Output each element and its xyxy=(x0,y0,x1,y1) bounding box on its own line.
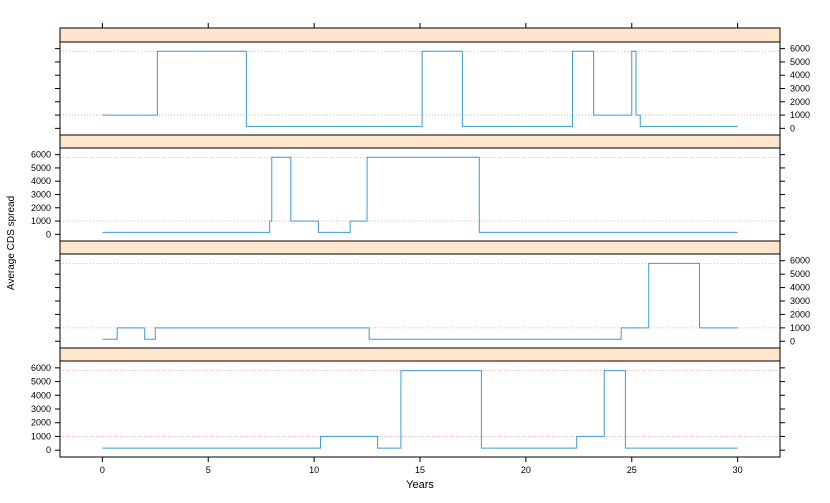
y-tick-label: 1000 xyxy=(31,216,51,226)
y-tick-label: 0 xyxy=(790,123,795,133)
y-tick-label: 6000 xyxy=(790,256,810,266)
panel-frame-3 xyxy=(59,253,781,349)
panel-strip-1 xyxy=(59,27,781,43)
y-tick-label: 2000 xyxy=(31,203,51,213)
x-tick-label: 0 xyxy=(100,465,105,475)
x-tick-label: 30 xyxy=(733,465,743,475)
y-tick-label: 2000 xyxy=(790,97,810,107)
y-tick-label: 1000 xyxy=(790,110,810,120)
chart-svg: 0100020003000400050006000010002000300040… xyxy=(6,23,810,491)
y-tick-label: 4000 xyxy=(790,70,810,80)
y-tick-label: 5000 xyxy=(31,163,51,173)
y-tick-label: 2000 xyxy=(790,309,810,319)
y-tick-label: 1000 xyxy=(790,323,810,333)
y-tick-label: 1000 xyxy=(31,431,51,441)
y-tick-label: 5000 xyxy=(790,57,810,67)
y-tick-label: 6000 xyxy=(31,150,51,160)
panel-strip-4 xyxy=(59,347,781,362)
x-tick-label: 20 xyxy=(521,465,531,475)
panel-strip-2 xyxy=(59,134,781,149)
x-tick-label: 10 xyxy=(309,465,319,475)
y-tick-label: 6000 xyxy=(31,363,51,373)
y-tick-label: 5000 xyxy=(790,269,810,279)
panel-frame-1 xyxy=(59,41,781,136)
chart: 0 1000 2000 3000 4000 5000 6000 0 1000 2000 3000 40… xyxy=(0,0,830,498)
y-tick-label: 6000 xyxy=(790,44,810,54)
panel-frame-2 xyxy=(59,147,781,242)
panel-strip-3 xyxy=(59,240,781,255)
y-tick-label: 5000 xyxy=(31,377,51,387)
y-tick-label: 2000 xyxy=(31,418,51,428)
x-tick-label: 5 xyxy=(206,465,211,475)
x-tick-label: 25 xyxy=(627,465,637,475)
y-axis-label: Average CDS spread xyxy=(6,196,17,290)
y-tick-label: 4000 xyxy=(31,390,51,400)
y-tick-label: 0 xyxy=(790,336,795,346)
y-tick-label: 4000 xyxy=(790,283,810,293)
panel-frame-4 xyxy=(59,360,781,458)
y-tick-label: 3000 xyxy=(31,404,51,414)
y-tick-label: 0 xyxy=(46,229,51,239)
y-tick-label: 3000 xyxy=(790,296,810,306)
y-tick-label: 0 xyxy=(46,445,51,455)
y-tick-label: 3000 xyxy=(790,84,810,94)
y-tick-label: 3000 xyxy=(31,190,51,200)
x-tick-label: 15 xyxy=(415,465,425,475)
y-tick-label: 4000 xyxy=(31,176,51,186)
x-axis-label: Years xyxy=(406,479,434,491)
